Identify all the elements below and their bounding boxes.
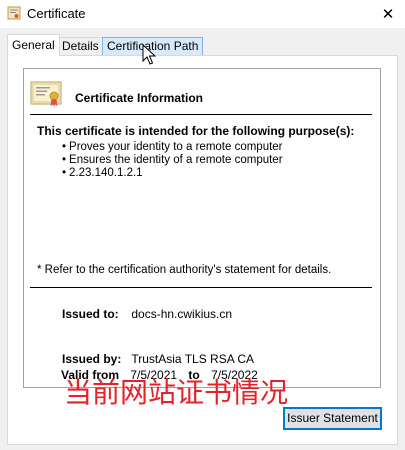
title-bar: Certificate ✕ — [0, 0, 405, 28]
issuer-statement-button[interactable]: Issuer Statement — [283, 407, 382, 430]
divider — [30, 287, 372, 288]
purpose-heading: This certificate is intended for the fol… — [37, 124, 355, 138]
issued-by-label: Issued by: — [62, 352, 122, 366]
window-title: Certificate — [27, 6, 86, 21]
certificate-icon — [7, 6, 21, 20]
refer-note: * Refer to the certification authority's… — [37, 264, 332, 276]
general-tab-panel: Certificate Information This certificate… — [7, 55, 398, 445]
list-item: Proves your identity to a remote compute… — [62, 141, 283, 154]
close-button[interactable]: ✕ — [371, 0, 405, 28]
purpose-list: Proves your identity to a remote compute… — [62, 141, 283, 180]
tab-general[interactable]: General — [7, 34, 60, 56]
tab-details[interactable]: Details — [57, 37, 104, 55]
watermark-caption: 当前网站证书情况 — [64, 376, 289, 409]
issued-by-row: Issued by: TrustAsia TLS RSA CA — [62, 352, 254, 366]
dialog-body: General Details Certification Path Certi… — [0, 28, 405, 450]
certificate-icon — [30, 81, 62, 107]
divider — [30, 114, 372, 115]
list-item: 2.23.140.1.2.1 — [62, 167, 283, 180]
mouse-cursor-icon — [142, 44, 156, 65]
certificate-info-title: Certificate Information — [75, 91, 204, 105]
list-item: Ensures the identity of a remote compute… — [62, 154, 283, 167]
issued-by-value: TrustAsia TLS RSA CA — [131, 352, 255, 366]
issued-to-value: docs-hn.cwikius.cn — [131, 307, 233, 321]
certificate-info-frame: Certificate Information This certificate… — [23, 68, 381, 388]
issued-to-label: Issued to: — [62, 307, 119, 321]
close-icon: ✕ — [381, 6, 395, 23]
issued-to-row: Issued to: docs-hn.cwikius.cn — [62, 307, 232, 321]
